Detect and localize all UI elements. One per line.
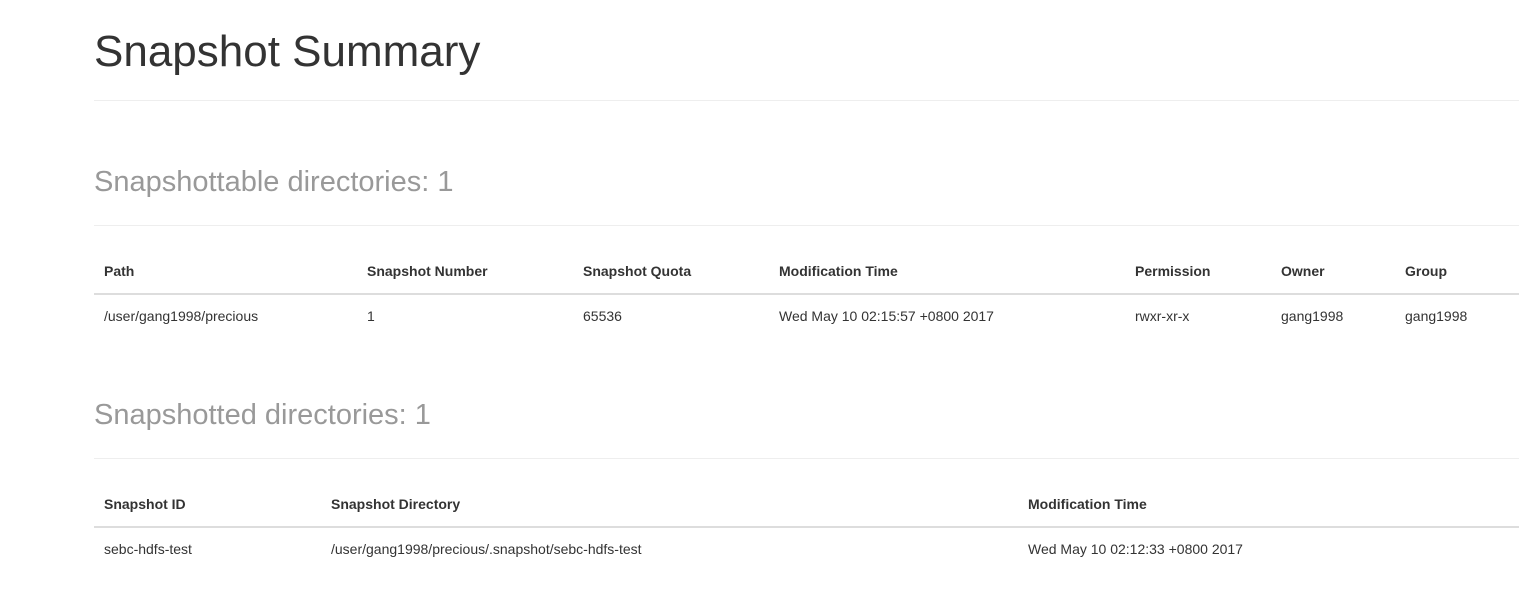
column-header-modification-time[interactable]: Modification Time <box>1018 482 1519 528</box>
cell-snapshot-number: 1 <box>367 308 375 324</box>
cell-snapshot-directory: /user/gang1998/precious/.snapshot/sebc-h… <box>331 541 642 557</box>
column-header-snapshot-quota[interactable]: Snapshot Quota <box>573 249 769 295</box>
cell-owner: gang1998 <box>1281 308 1344 324</box>
cell-snapshot-id: sebc-hdfs-test <box>104 541 192 557</box>
cell-modification-time: Wed May 10 02:12:33 +0800 2017 <box>1028 541 1243 557</box>
cell-snapshot-quota: 65536 <box>583 308 622 324</box>
snapshottable-table: Path Snapshot Number Snapshot Quota Modi… <box>94 249 1519 337</box>
snapshotted-table: Snapshot ID Snapshot Directory Modificat… <box>94 482 1519 570</box>
snapshottable-heading: Snapshottable directories: 1 <box>94 166 454 198</box>
table-header-row: Snapshot ID Snapshot Directory Modificat… <box>94 482 1519 528</box>
page-title: Snapshot Summary <box>94 27 481 76</box>
cell-modification-time: Wed May 10 02:15:57 +0800 2017 <box>779 308 994 324</box>
table-row: sebc-hdfs-test /user/gang1998/precious/.… <box>94 527 1519 570</box>
table-header-row: Path Snapshot Number Snapshot Quota Modi… <box>94 249 1519 295</box>
column-header-snapshot-number[interactable]: Snapshot Number <box>357 249 573 295</box>
cell-permission: rwxr-xr-x <box>1135 308 1190 324</box>
column-header-modification-time[interactable]: Modification Time <box>769 249 1125 295</box>
snapshotted-section-header: Snapshotted directories: 1 <box>94 334 1519 459</box>
snapshottable-section-header: Snapshottable directories: 1 <box>94 101 1519 226</box>
cell-group: gang1998 <box>1405 308 1468 324</box>
cell-path: /user/gang1998/precious <box>104 308 259 324</box>
column-header-owner[interactable]: Owner <box>1271 249 1395 295</box>
column-header-snapshot-directory[interactable]: Snapshot Directory <box>321 482 1018 528</box>
column-header-path[interactable]: Path <box>94 249 357 295</box>
main-content: Snapshot Summary Snapshottable directori… <box>94 0 1519 557</box>
column-header-group[interactable]: Group <box>1395 249 1519 295</box>
column-header-snapshot-id[interactable]: Snapshot ID <box>94 482 321 528</box>
table-row: /user/gang1998/precious 1 65536 Wed May … <box>94 294 1519 337</box>
snapshotted-heading: Snapshotted directories: 1 <box>94 399 431 431</box>
page-header: Snapshot Summary <box>94 0 1519 101</box>
column-header-permission[interactable]: Permission <box>1125 249 1271 295</box>
